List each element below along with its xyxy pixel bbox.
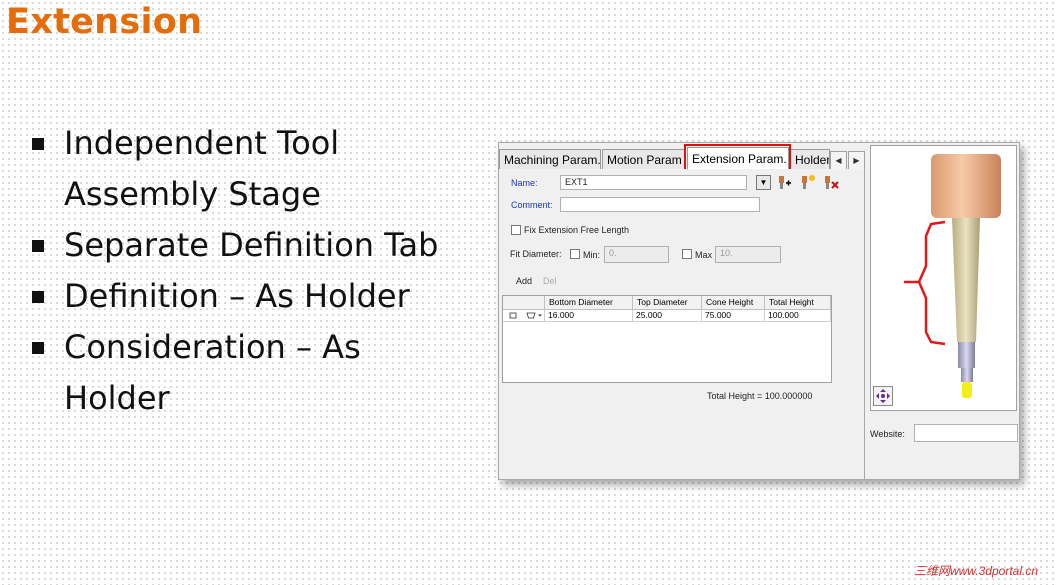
tool-assembly-drawing (904, 154, 1001, 398)
max-field[interactable]: 10. (715, 246, 781, 263)
tool-preview (870, 145, 1017, 411)
max-label: Max (695, 250, 713, 260)
bullet-square-icon (32, 291, 44, 303)
name-dropdown-button[interactable]: ▼ (756, 175, 771, 190)
bullet-item: Independent Tool Assembly Stage (30, 118, 460, 220)
preview-panel: Website: (870, 143, 1019, 479)
name-field[interactable]: EXT1 (560, 175, 747, 190)
shape-type-icon (509, 312, 542, 319)
bullet-square-icon (32, 240, 44, 252)
bullet-item: Consideration – As Holder (30, 322, 460, 424)
table-header: Top Diameter (633, 296, 702, 310)
table-header: Total Height (765, 296, 831, 310)
add-button[interactable]: Add (516, 276, 532, 286)
chevron-down-icon: ▼ (759, 178, 768, 187)
del-button[interactable]: Del (543, 276, 557, 286)
table-header: Bottom Diameter (545, 296, 633, 310)
table-header: Cone Height (702, 296, 765, 310)
website-label: Website: (870, 429, 905, 439)
bullet-item: Separate Definition Tab (30, 220, 460, 271)
table-header-corner (503, 296, 545, 310)
table-cell-bottom-diameter[interactable]: 16.000 (545, 310, 633, 322)
tab-bar: Machining Param. Motion Param Extension … (499, 144, 866, 173)
watermark-text: 三维网www.3dportal.cn (913, 564, 1038, 578)
fit-diameter-label: Fit Diameter: (510, 249, 562, 259)
max-checkbox[interactable] (682, 249, 692, 259)
fix-length-checkbox[interactable] (511, 225, 521, 235)
tab-holder[interactable]: Holder (790, 149, 830, 169)
add-extension-icon[interactable] (777, 175, 793, 191)
min-checkbox[interactable] (570, 249, 580, 259)
tab-machining-param[interactable]: Machining Param. (499, 149, 601, 169)
comment-label: Comment: (511, 200, 553, 210)
tab-motion-param[interactable]: Motion Param (602, 149, 685, 169)
slide-title: Extension (6, 2, 203, 42)
bullet-list: Independent Tool Assembly Stage Separate… (30, 118, 460, 424)
table-cell-cone-height[interactable]: 75.000 (702, 310, 765, 322)
min-field[interactable]: 0. (604, 246, 669, 263)
bullet-square-icon (32, 342, 44, 354)
table-cell-total-height[interactable]: 100.000 (765, 310, 831, 322)
pan-icon (876, 389, 890, 403)
extension-param-panel: Name: EXT1 ▼ Comment: Fix Extension Free… (499, 169, 865, 479)
fix-length-label: Fix Extension Free Length (524, 225, 630, 235)
new-extension-icon[interactable] (800, 174, 816, 190)
extension-dialog: Machining Param. Motion Param Extension … (498, 142, 1020, 480)
tab-scroll-right-button[interactable]: ▶ (848, 151, 865, 170)
table-cell-top-diameter[interactable]: 25.000 (633, 310, 702, 322)
comment-field[interactable] (560, 197, 760, 212)
bullet-item: Definition – As Holder (30, 271, 460, 322)
tab-scroll-left-button[interactable]: ◀ (830, 151, 847, 170)
pan-button[interactable] (873, 386, 893, 406)
min-label: Min: (583, 250, 601, 260)
name-label: Name: (511, 178, 538, 188)
website-field[interactable] (914, 424, 1018, 442)
delete-extension-icon[interactable] (823, 175, 839, 191)
table-row-shape-selector[interactable] (503, 310, 545, 322)
bullet-square-icon (32, 138, 44, 150)
total-height-readout: Total Height = 100.000000 (707, 391, 813, 401)
extension-table: Bottom Diameter Top Diameter Cone Height… (502, 295, 832, 383)
